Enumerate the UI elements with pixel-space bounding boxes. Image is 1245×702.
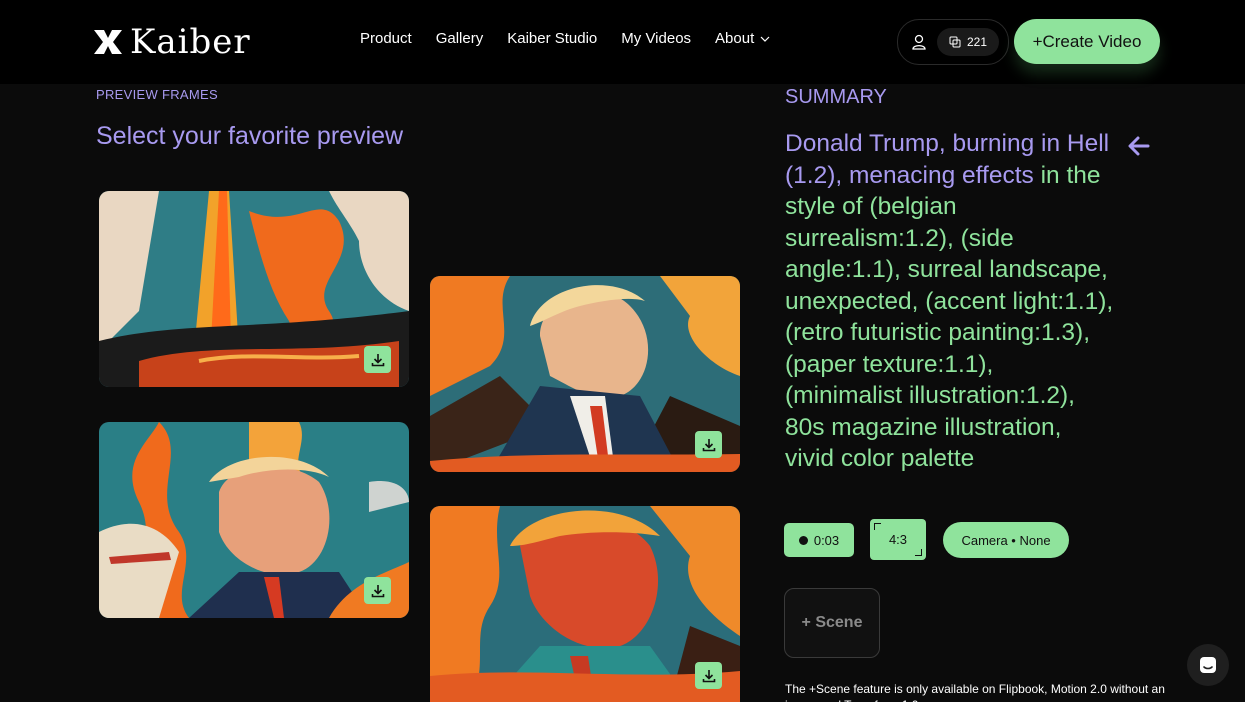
nav-item-about-label: About — [715, 30, 755, 47]
download-icon — [371, 353, 384, 366]
credits-badge[interactable]: 221 — [937, 28, 999, 56]
preview-frame-4[interactable] — [430, 506, 740, 702]
arrow-left-icon[interactable] — [1126, 133, 1152, 159]
preview-image-4 — [430, 506, 740, 702]
create-video-button[interactable]: +Create Video — [1014, 19, 1160, 64]
kaiber-page: Kaiber Product Gallery Kaiber Studio My … — [0, 0, 1245, 702]
prompt-style: in the style of (belgian surrealism:1.2)… — [785, 161, 1114, 473]
nav-item-kaiber-studio[interactable]: Kaiber Studio — [507, 30, 597, 47]
account-pill[interactable]: 221 — [897, 19, 1009, 65]
chevron-down-icon — [760, 36, 770, 42]
kaiber-logo-icon — [94, 30, 122, 54]
aspect-ratio-value: 4:3 — [888, 532, 908, 547]
duration-value: 0:03 — [813, 532, 840, 548]
preview-title: Select your favorite preview — [96, 122, 404, 150]
chat-button[interactable] — [1187, 644, 1229, 686]
nav-item-product[interactable]: Product — [360, 30, 412, 47]
preview-image-2 — [430, 276, 740, 472]
nav-item-my-videos[interactable]: My Videos — [621, 30, 691, 47]
preview-image-3 — [99, 422, 409, 618]
scene-note: The +Scene feature is only available on … — [785, 682, 1165, 702]
preview-image-1 — [99, 191, 409, 387]
brand-name: Kaiber — [130, 22, 251, 62]
aspect-ratio-chip[interactable]: 4:3 — [870, 519, 926, 560]
download-icon — [702, 669, 715, 682]
preview-frame-3[interactable] — [99, 422, 409, 618]
prompt-summary: Donald Trump, burning in Hell (1.2), men… — [785, 128, 1115, 475]
download-icon — [702, 438, 715, 451]
credits-count: 221 — [966, 35, 988, 49]
main-nav: Product Gallery Kaiber Studio My Videos … — [360, 30, 770, 47]
chat-icon — [1200, 657, 1216, 673]
top-nav-bar: Kaiber Product Gallery Kaiber Studio My … — [0, 0, 1245, 84]
download-icon — [371, 584, 384, 597]
summary-label: SUMMARY — [785, 86, 887, 108]
download-button-4[interactable] — [695, 662, 722, 689]
nav-item-about[interactable]: About — [715, 30, 770, 47]
duration-chip[interactable]: 0:03 — [784, 523, 854, 557]
camera-chip[interactable]: Camera • None — [943, 522, 1069, 558]
preview-frames-label: PREVIEW FRAMES — [96, 87, 218, 102]
credits-icon — [949, 36, 961, 48]
corner-mark-icon — [915, 549, 922, 556]
preview-frame-1[interactable] — [99, 191, 409, 387]
kaiber-logo[interactable]: Kaiber — [92, 22, 251, 62]
download-button-2[interactable] — [695, 431, 722, 458]
user-icon — [912, 34, 926, 50]
download-button-1[interactable] — [364, 346, 391, 373]
duration-dot — [798, 535, 808, 545]
add-scene-button[interactable]: + Scene — [784, 588, 880, 658]
corner-mark-icon — [874, 523, 881, 530]
preview-frame-2[interactable] — [430, 276, 740, 472]
nav-item-gallery[interactable]: Gallery — [436, 30, 484, 47]
download-button-3[interactable] — [364, 577, 391, 604]
